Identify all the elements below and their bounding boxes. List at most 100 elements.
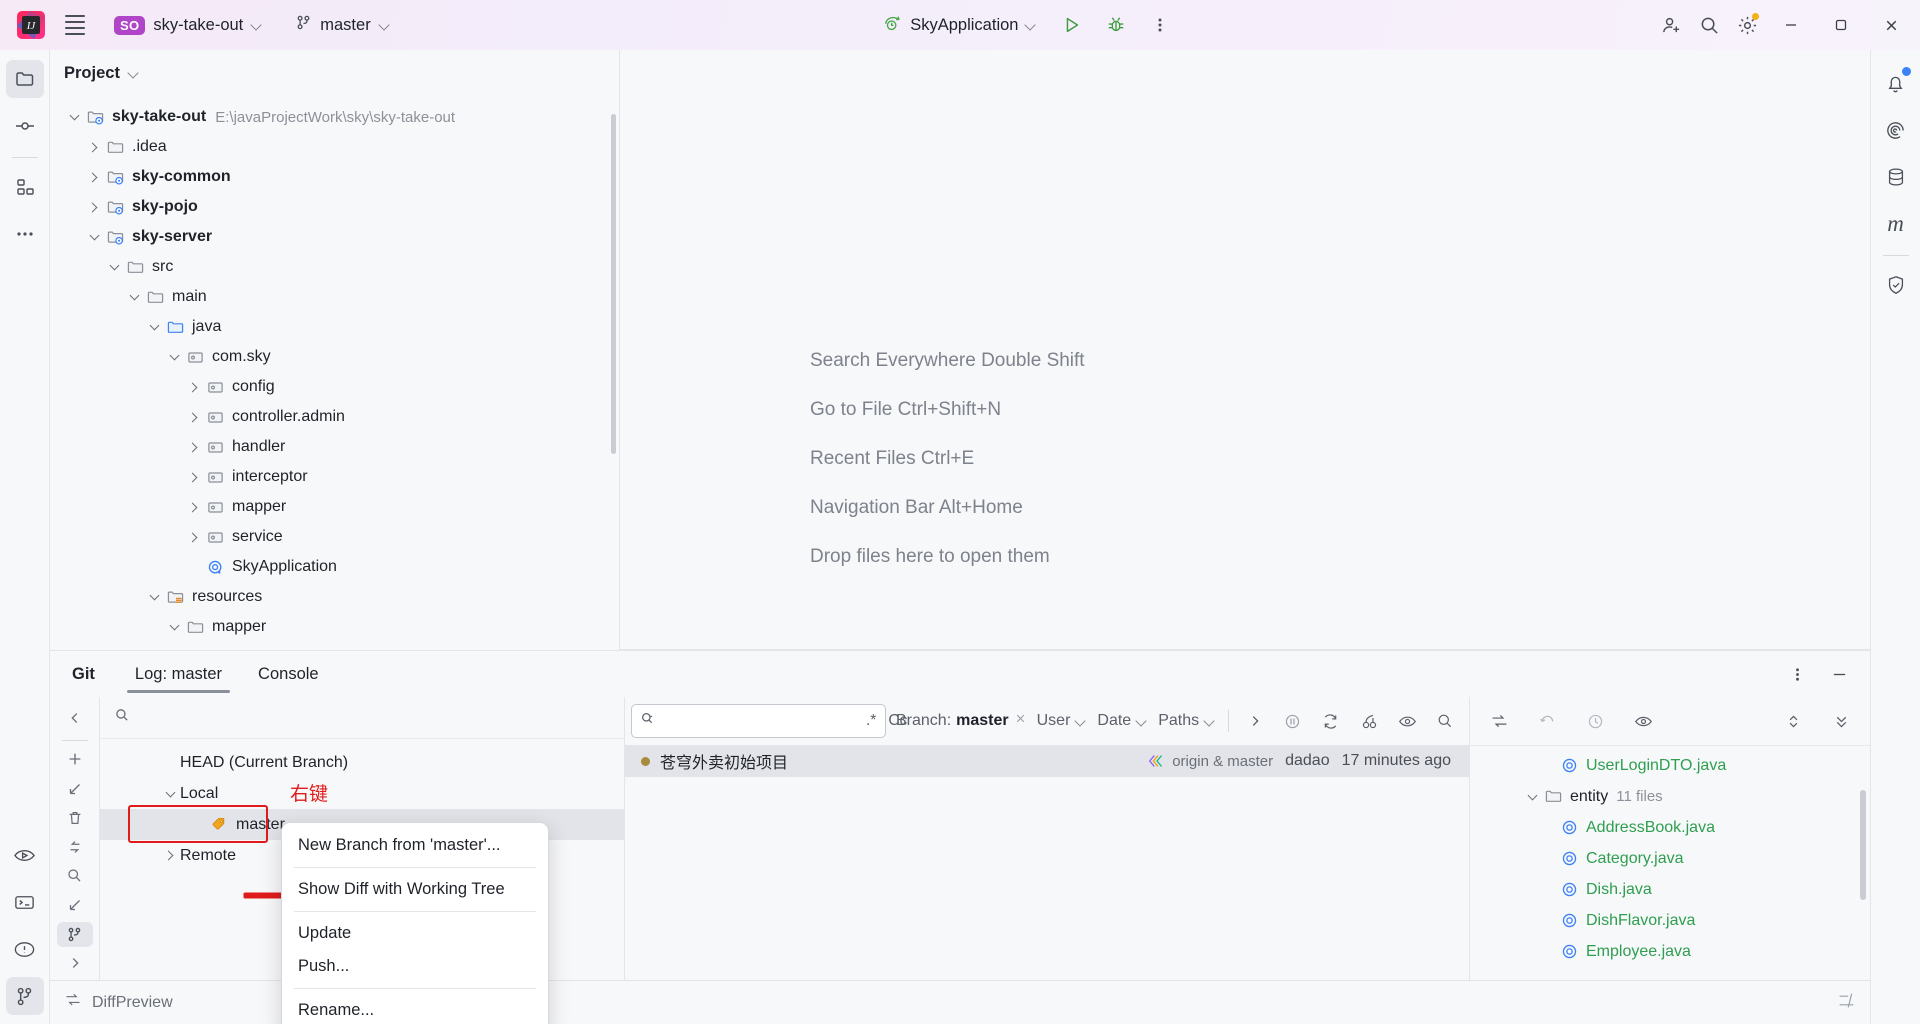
chevron-down-icon[interactable] — [64, 107, 84, 127]
diff-preview-label[interactable]: DiffPreview — [92, 994, 173, 1012]
database-icon[interactable] — [1877, 158, 1915, 196]
branch-context-menu[interactable]: New Branch from 'master'... Show Diff wit… — [281, 822, 549, 1024]
changes-scrollbar[interactable] — [1860, 790, 1866, 900]
ai-assistant-icon[interactable] — [1877, 111, 1915, 149]
sidebar-item-terminal[interactable] — [6, 883, 44, 921]
tree-row[interactable]: sky-server — [50, 222, 619, 252]
project-tree-scrollbar[interactable] — [611, 114, 616, 454]
maven-icon[interactable]: m — [1877, 205, 1915, 243]
git-hide-icon[interactable] — [1822, 657, 1856, 691]
chevron-down-icon[interactable] — [144, 587, 164, 607]
debug-button[interactable] — [1099, 8, 1133, 42]
context-menu-item[interactable]: Push... — [282, 950, 548, 983]
run-configuration-selector[interactable]: SkyApplication — [875, 9, 1045, 42]
history-icon[interactable] — [1578, 704, 1612, 738]
changed-dir-row[interactable]: entity 11 files — [1470, 781, 1870, 812]
chevron-right-icon[interactable] — [84, 167, 104, 187]
refresh-icon[interactable] — [1317, 704, 1345, 738]
context-menu-item[interactable]: New Branch from 'master'... — [282, 829, 548, 862]
rebase-icon[interactable] — [57, 893, 93, 918]
filter-branch[interactable]: Branch: master — [896, 712, 1027, 730]
tab-console[interactable]: Console — [240, 651, 337, 697]
chevron-right-icon[interactable] — [184, 467, 204, 487]
filter-date[interactable]: Date — [1097, 712, 1148, 730]
project-tree[interactable]: sky-take-out E:\javaProjectWork\sky\sky-t… — [50, 96, 619, 650]
chevron-right-icon[interactable] — [184, 527, 204, 547]
changed-file-row[interactable]: Employee.java — [1470, 936, 1870, 967]
expand-icon[interactable] — [57, 951, 93, 976]
log-search-box[interactable]: .* Cc — [631, 704, 907, 738]
context-menu-item[interactable]: Update — [282, 917, 548, 950]
chevron-down-icon[interactable] — [164, 347, 184, 367]
new-branch-icon[interactable] — [57, 747, 93, 772]
sidebar-item-project[interactable] — [5, 60, 44, 98]
toggle-icon[interactable] — [1837, 991, 1856, 1015]
search-icon[interactable] — [1692, 8, 1726, 42]
show-details-icon[interactable] — [1393, 704, 1421, 738]
tree-row[interactable]: resources — [50, 582, 619, 612]
find-icon[interactable] — [1431, 704, 1459, 738]
branch-row[interactable]: Local — [100, 778, 624, 809]
delete-icon[interactable] — [57, 805, 93, 830]
tree-row[interactable]: .idea — [50, 132, 619, 162]
changed-file-row[interactable]: Category.java — [1470, 843, 1870, 874]
context-menu-item[interactable]: Show Diff with Working Tree — [282, 873, 548, 906]
log-search-input[interactable] — [661, 712, 860, 730]
notifications-icon[interactable] — [1877, 64, 1915, 102]
more-actions-button[interactable] — [1143, 8, 1177, 42]
chevron-right-icon[interactable] — [184, 437, 204, 457]
sidebar-item-run[interactable] — [6, 836, 44, 874]
context-menu-item[interactable]: Rename... — [282, 994, 548, 1024]
branch-row[interactable]: HEAD (Current Branch) — [100, 747, 624, 778]
tree-row[interactable]: src — [50, 252, 619, 282]
branch-search-input[interactable] — [138, 709, 610, 726]
search-icon[interactable] — [57, 863, 93, 888]
tree-row[interactable]: sky-common — [50, 162, 619, 192]
chevron-down-icon[interactable] — [164, 617, 184, 637]
project-selector[interactable]: SO sky-take-out — [106, 12, 271, 39]
changed-file-row[interactable]: UserLoginDTO.java — [1470, 750, 1870, 781]
tree-row[interactable]: handler — [50, 432, 619, 462]
tree-row[interactable]: mapper — [50, 612, 619, 642]
tree-row[interactable]: controller.admin — [50, 402, 619, 432]
commit-row[interactable]: 苍穹外卖初始项目 origin & master dadao 17 minutes … — [625, 745, 1469, 777]
checkout-icon[interactable] — [57, 776, 93, 801]
chevron-down-icon[interactable] — [160, 784, 180, 804]
tree-row[interactable]: com.sky — [50, 342, 619, 372]
chevron-right-icon[interactable] — [160, 846, 180, 866]
sidebar-item-problems[interactable] — [6, 930, 44, 968]
changed-file-row[interactable]: Dish.java — [1470, 874, 1870, 905]
commit-list[interactable]: 苍穹外卖初始项目 origin & master dadao 17 minutes … — [625, 745, 1469, 980]
git-branches-icon[interactable] — [56, 921, 93, 947]
sidebar-item-git[interactable] — [5, 977, 44, 1015]
chevron-right-icon[interactable] — [84, 197, 104, 217]
close-icon[interactable] — [1014, 712, 1027, 730]
chevron-down-icon[interactable] — [1522, 787, 1542, 807]
chevron-down-icon[interactable] — [144, 317, 164, 337]
chevron-right-icon[interactable] — [84, 137, 104, 157]
filter-user[interactable]: User — [1037, 712, 1088, 730]
tree-row[interactable]: mapper — [50, 492, 619, 522]
merge-icon[interactable] — [57, 834, 93, 859]
changed-file-row[interactable]: DishFlavor.java — [1470, 905, 1870, 936]
close-button[interactable] — [1868, 0, 1914, 50]
revert-icon[interactable] — [1530, 704, 1564, 738]
filter-paths[interactable]: Paths — [1158, 712, 1216, 730]
account-icon[interactable] — [1654, 8, 1688, 42]
security-icon[interactable] — [1877, 266, 1915, 304]
tree-row[interactable]: config — [50, 372, 619, 402]
tree-row[interactable]: sky-take-out E:\javaProjectWork\sky\sky-t… — [50, 102, 619, 132]
sidebar-item-commit[interactable] — [6, 107, 44, 145]
settings-icon[interactable] — [1730, 8, 1764, 42]
maximize-button[interactable] — [1818, 0, 1864, 50]
tree-row[interactable]: java — [50, 312, 619, 342]
tree-row[interactable]: SkyApplication — [50, 552, 619, 582]
tab-log-master[interactable]: Log: master — [117, 651, 240, 697]
sidebar-item-structure[interactable] — [6, 168, 44, 206]
collapse-all-icon[interactable] — [1824, 704, 1858, 738]
changed-files-list[interactable]: UserLoginDTO.java entity 11 files Address… — [1470, 745, 1870, 980]
regex-toggle[interactable]: .* — [866, 712, 876, 730]
collapse-left-icon[interactable] — [57, 705, 93, 730]
expand-collapse-icon[interactable] — [1776, 704, 1810, 738]
chevron-right-icon[interactable] — [184, 407, 204, 427]
